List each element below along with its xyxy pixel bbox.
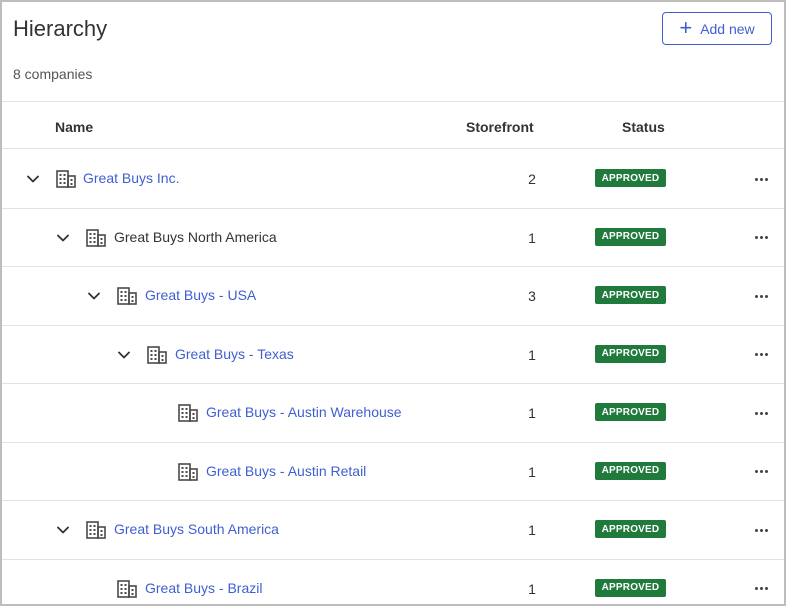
company-name-link[interactable]: Great Buys - Austin Warehouse <box>206 404 402 420</box>
status-badge: APPROVED <box>595 461 666 480</box>
table-row: Great Buys Inc. 2 APPROVED <box>2 150 784 208</box>
more-actions-icon[interactable] <box>751 520 771 540</box>
status-badge: APPROVED <box>595 169 666 187</box>
building-icon <box>86 228 106 247</box>
divider <box>2 148 784 149</box>
panel-header: Hierarchy 8 companies + Add new <box>2 2 784 102</box>
company-count: 8 companies <box>13 66 93 82</box>
column-header-status[interactable]: Status <box>622 119 665 135</box>
chevron-down-icon[interactable] <box>116 347 132 363</box>
hierarchy-panel: Hierarchy 8 companies + Add new Name Sto… <box>0 0 786 606</box>
more-actions-icon[interactable] <box>751 228 771 248</box>
add-new-label: Add new <box>700 20 755 37</box>
page-title: Hierarchy <box>13 16 108 41</box>
add-new-button[interactable]: + Add new <box>662 12 772 45</box>
chevron-down-icon[interactable] <box>55 522 71 538</box>
plus-icon: + <box>679 14 693 40</box>
column-header-name[interactable]: Name <box>55 119 93 135</box>
building-icon <box>117 287 137 305</box>
status-badge: APPROVED <box>595 286 666 304</box>
building-icon <box>178 462 198 481</box>
chevron-down-icon[interactable] <box>86 288 102 304</box>
status-badge: APPROVED <box>595 344 666 363</box>
storefront-count: 1 <box>528 405 536 421</box>
chevron-down-icon[interactable] <box>25 171 41 187</box>
company-name-link[interactable]: Great Buys South America <box>114 521 279 537</box>
storefront-count: 2 <box>528 171 536 187</box>
table-row: Great Buys - Austin Retail 1 APPROVED <box>2 443 784 501</box>
more-actions-icon[interactable] <box>751 579 771 599</box>
company-name-link[interactable]: Great Buys North America <box>114 229 277 245</box>
status-badge: APPROVED <box>595 520 666 538</box>
company-name-link[interactable]: Great Buys - USA <box>145 287 256 303</box>
column-header-storefront[interactable]: Storefront <box>466 119 534 135</box>
storefront-count: 1 <box>528 463 536 480</box>
status-badge: APPROVED <box>595 227 666 246</box>
more-actions-icon[interactable] <box>751 462 771 482</box>
storefront-count: 1 <box>528 522 536 538</box>
building-icon <box>147 345 167 364</box>
more-actions-icon[interactable] <box>751 169 771 189</box>
table-row: Great Buys - USA 3 APPROVED <box>2 267 784 325</box>
table-row: Great Buys North America 1 APPROVED <box>2 209 784 267</box>
table-row: Great Buys - Brazil 1 APPROVED <box>2 560 784 605</box>
building-icon <box>56 170 76 188</box>
building-icon <box>117 579 137 598</box>
building-icon <box>178 404 198 422</box>
company-name-link[interactable]: Great Buys - Brazil <box>145 580 262 596</box>
storefront-count: 3 <box>528 288 536 304</box>
company-name-link[interactable]: Great Buys Inc. <box>83 170 179 186</box>
company-name-link[interactable]: Great Buys - Austin Retail <box>206 463 366 479</box>
status-badge: APPROVED <box>595 403 666 421</box>
company-name-link[interactable]: Great Buys - Texas <box>175 346 294 362</box>
status-badge: APPROVED <box>595 578 666 597</box>
table-row: Great Buys - Texas 1 APPROVED <box>2 326 784 384</box>
table-row: Great Buys South America 1 APPROVED <box>2 501 784 559</box>
building-icon <box>86 521 106 539</box>
divider <box>2 101 784 102</box>
chevron-down-icon[interactable] <box>55 230 71 246</box>
storefront-count: 1 <box>528 229 536 246</box>
more-actions-icon[interactable] <box>751 345 771 365</box>
storefront-count: 1 <box>528 580 536 597</box>
more-actions-icon[interactable] <box>751 403 771 423</box>
more-actions-icon[interactable] <box>751 286 771 306</box>
storefront-count: 1 <box>528 346 536 363</box>
table-row: Great Buys - Austin Warehouse 1 APPROVED <box>2 384 784 442</box>
